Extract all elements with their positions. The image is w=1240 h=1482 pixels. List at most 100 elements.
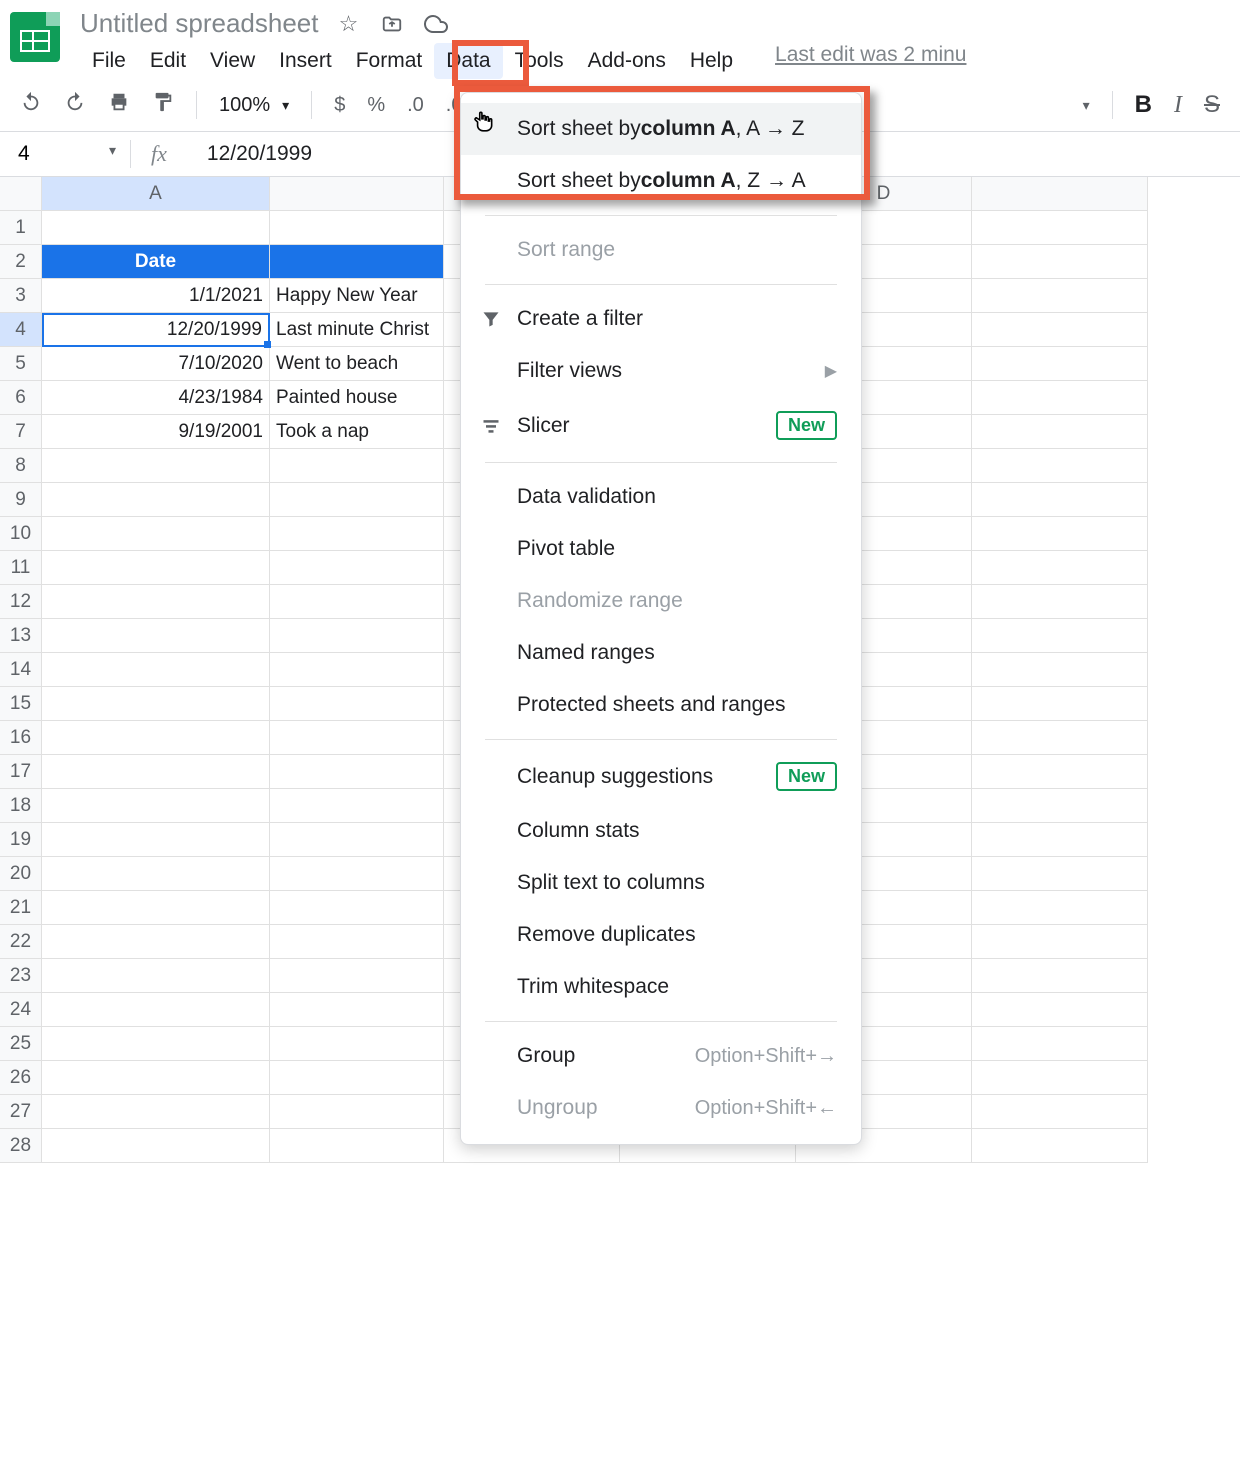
cell-empty[interactable]: [270, 619, 444, 653]
row-header-17[interactable]: 17: [0, 755, 42, 789]
cell-empty[interactable]: [42, 891, 270, 925]
menu-protected-sheets[interactable]: Protected sheets and ranges: [461, 679, 861, 731]
cell-empty[interactable]: [972, 449, 1148, 483]
cell-b4[interactable]: Last minute Christ: [270, 313, 444, 347]
cell-empty[interactable]: [270, 1095, 444, 1129]
cell-empty[interactable]: [42, 721, 270, 755]
cell-empty[interactable]: [972, 925, 1148, 959]
cell-empty[interactable]: [270, 959, 444, 993]
cell-empty[interactable]: [972, 755, 1148, 789]
cell-empty[interactable]: [42, 653, 270, 687]
cell-empty[interactable]: [972, 857, 1148, 891]
menu-data-validation[interactable]: Data validation: [461, 471, 861, 523]
menu-slicer[interactable]: Slicer New: [461, 397, 861, 454]
cell-empty[interactable]: [42, 687, 270, 721]
cell-empty[interactable]: [42, 789, 270, 823]
cell-empty[interactable]: [42, 211, 270, 245]
menu-edit[interactable]: Edit: [138, 43, 198, 79]
cell-empty[interactable]: [972, 245, 1148, 279]
cell-b2[interactable]: [270, 245, 444, 279]
cell-b3[interactable]: Happy New Year: [270, 279, 444, 313]
cell-empty[interactable]: [42, 619, 270, 653]
menu-view[interactable]: View: [198, 43, 267, 79]
cloud-status-icon[interactable]: [424, 12, 448, 36]
row-header-11[interactable]: 11: [0, 551, 42, 585]
formula-input[interactable]: 12/20/1999: [187, 142, 312, 166]
column-header-a[interactable]: A: [42, 177, 270, 211]
cell-empty[interactable]: [972, 789, 1148, 823]
cell-empty[interactable]: [42, 857, 270, 891]
row-header-18[interactable]: 18: [0, 789, 42, 823]
cell-empty[interactable]: [270, 891, 444, 925]
menu-format[interactable]: Format: [344, 43, 435, 79]
menu-help[interactable]: Help: [678, 43, 745, 79]
cell-empty[interactable]: [42, 517, 270, 551]
menu-pivot-table[interactable]: Pivot table: [461, 523, 861, 575]
redo-icon[interactable]: [64, 91, 86, 119]
cell-empty[interactable]: [270, 483, 444, 517]
cell-empty[interactable]: [972, 347, 1148, 381]
row-header-25[interactable]: 25: [0, 1027, 42, 1061]
last-edit-link[interactable]: Last edit was 2 minu: [775, 43, 966, 79]
italic-icon[interactable]: I: [1174, 92, 1182, 119]
cell-b5[interactable]: Went to beach: [270, 347, 444, 381]
row-header-1[interactable]: 1: [0, 211, 42, 245]
menu-sort-az[interactable]: Sort sheet by column A, A → Z: [461, 103, 861, 155]
row-header-22[interactable]: 22: [0, 925, 42, 959]
cell-empty[interactable]: [270, 857, 444, 891]
menu-file[interactable]: File: [80, 43, 138, 79]
cell-empty[interactable]: [42, 993, 270, 1027]
more-formats-icon[interactable]: ▾: [1083, 97, 1090, 114]
sheets-logo[interactable]: [10, 12, 60, 62]
cell-empty[interactable]: [42, 823, 270, 857]
cell-empty[interactable]: [972, 1061, 1148, 1095]
cell-empty[interactable]: [270, 585, 444, 619]
cell-empty[interactable]: [972, 653, 1148, 687]
row-header-3[interactable]: 3: [0, 279, 42, 313]
cell-empty[interactable]: [972, 551, 1148, 585]
menu-cleanup-suggestions[interactable]: Cleanup suggestions New: [461, 748, 861, 805]
cell-empty[interactable]: [972, 279, 1148, 313]
cell-empty[interactable]: [972, 517, 1148, 551]
decrease-decimal[interactable]: .0: [407, 94, 424, 117]
row-header-7[interactable]: 7: [0, 415, 42, 449]
cell-empty[interactable]: [972, 993, 1148, 1027]
cell-empty[interactable]: [972, 721, 1148, 755]
cell-empty[interactable]: [270, 551, 444, 585]
format-percent[interactable]: %: [367, 94, 385, 117]
cell-empty[interactable]: [270, 517, 444, 551]
print-icon[interactable]: [108, 91, 130, 119]
cell-empty[interactable]: [270, 211, 444, 245]
cell-empty[interactable]: [42, 1061, 270, 1095]
strikethrough-icon[interactable]: S: [1204, 91, 1220, 119]
cell-empty[interactable]: [270, 687, 444, 721]
menu-addons[interactable]: Add-ons: [576, 43, 678, 79]
row-header-4[interactable]: 4: [0, 313, 42, 347]
cell-empty[interactable]: [972, 211, 1148, 245]
row-header-16[interactable]: 16: [0, 721, 42, 755]
row-header-8[interactable]: 8: [0, 449, 42, 483]
row-header-24[interactable]: 24: [0, 993, 42, 1027]
cell-empty[interactable]: [270, 1027, 444, 1061]
menu-remove-duplicates[interactable]: Remove duplicates: [461, 909, 861, 961]
row-header-5[interactable]: 5: [0, 347, 42, 381]
name-box[interactable]: 4: [0, 142, 130, 166]
row-header-13[interactable]: 13: [0, 619, 42, 653]
cell-empty[interactable]: [972, 823, 1148, 857]
cell-empty[interactable]: [972, 1027, 1148, 1061]
cell-a5[interactable]: 7/10/2020: [42, 347, 270, 381]
menu-create-filter[interactable]: Create a filter: [461, 293, 861, 345]
cell-empty[interactable]: [270, 789, 444, 823]
cell-a7[interactable]: 9/19/2001: [42, 415, 270, 449]
cell-empty[interactable]: [270, 755, 444, 789]
cell-empty[interactable]: [972, 959, 1148, 993]
document-title[interactable]: Untitled spreadsheet: [80, 8, 318, 39]
format-currency[interactable]: $: [334, 94, 345, 117]
zoom-select[interactable]: 100%▾: [219, 94, 289, 117]
row-header-20[interactable]: 20: [0, 857, 42, 891]
cell-empty[interactable]: [42, 1095, 270, 1129]
row-header-19[interactable]: 19: [0, 823, 42, 857]
row-header-26[interactable]: 26: [0, 1061, 42, 1095]
row-header-27[interactable]: 27: [0, 1095, 42, 1129]
column-header-e[interactable]: [972, 177, 1148, 211]
